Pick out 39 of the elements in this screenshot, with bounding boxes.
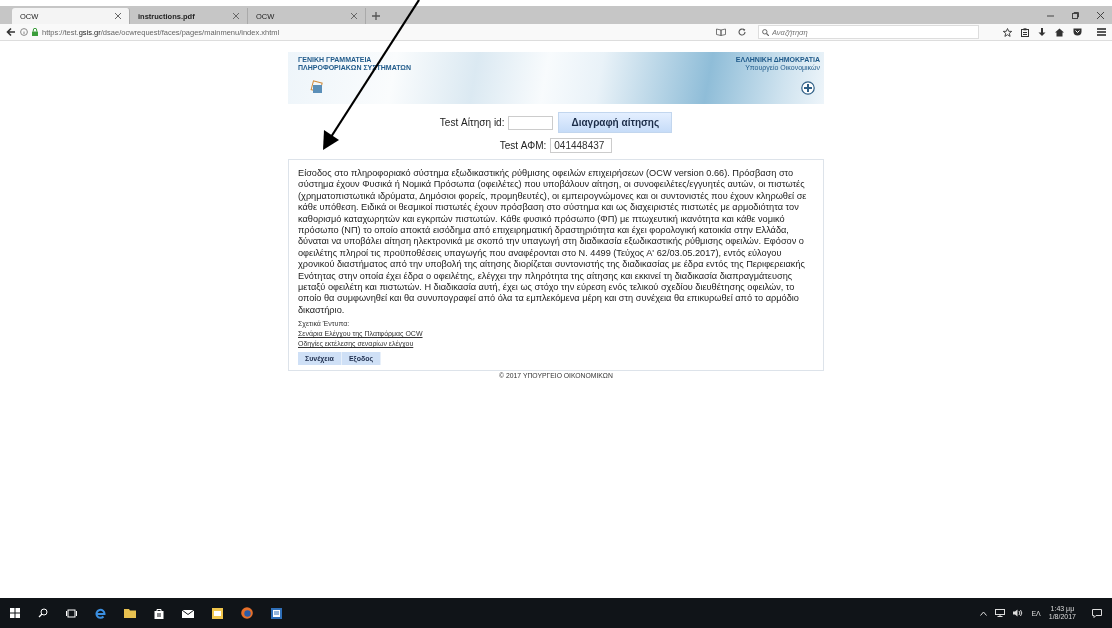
shopping-bag-icon[interactable] bbox=[154, 607, 164, 619]
close-icon[interactable] bbox=[1097, 11, 1104, 19]
folder-icon[interactable] bbox=[124, 608, 136, 618]
close-icon[interactable] bbox=[115, 13, 121, 19]
logo-icon bbox=[310, 80, 324, 94]
plus-icon[interactable] bbox=[372, 12, 380, 20]
notification-icon[interactable] bbox=[1092, 608, 1102, 618]
fox-globe-icon[interactable] bbox=[241, 607, 253, 619]
close-icon[interactable] bbox=[351, 13, 357, 19]
delete-request-button[interactable]: Διαγραφή αίτησης bbox=[558, 112, 673, 133]
restore-icon[interactable] bbox=[1072, 11, 1079, 19]
request-id-label: Test Αίτηση id: bbox=[439, 117, 505, 128]
clipboard-icon[interactable] bbox=[1021, 27, 1029, 37]
reader-view-icon[interactable] bbox=[716, 28, 726, 36]
speaker-icon[interactable] bbox=[1013, 609, 1024, 617]
task-view-icon[interactable] bbox=[66, 608, 77, 618]
app-window-icon[interactable] bbox=[271, 607, 282, 619]
download-icon[interactable] bbox=[1038, 27, 1046, 37]
request-id-field[interactable] bbox=[508, 115, 554, 130]
intro-paragraph: Είσοδος στο πληροφοριακό σύστημα εξωδικαστικής ρύθμισης οφειλών επιχειρήσεων (OCW version 0.66). Πρόσβαση στο σύστημα έχουν Φυσικά ή Νομικά Πρόσωπα (οφειλέτες) που υποβάλουν αίτηση, οι συνοφειλέτες/εγγυητές αυτών, οι πιστωτές (χρηματοπιστωτικά ιδρύματα, Δημόσιοι φορείς, προμηθευτές), οι εμπειρογνώμονες και οι συντονιστές που έχουν κληρωθεί σε κάθε υπόθεση. Ειδικά οι θεσμικοί πιστωτές έχουν πρόσβαση στο σύστημα και ως διαχειριστές πιστωτές με αρμοδιότητα τον καθορισμό καταχωρητών και εγκριτών πιστωτών. Κάθε φυσικό πρόσωπο (ΦΠ) με πτωχευτική ικανότητα και κάθε νομικό πρόσωπο (ΝΠ) το οποίο αποκτά εισόδημα από επιχειρηματική δραστηριότητα και έχει φορολογική κατοικία στην Ελλάδα, δύναται να υποβάλει αίτηση ηλεκτρονικά με σκοπό την υπαγωγή στη διαδικασία εξωδικαστικής ρύθμισης οφειλών. Εφόσον ο οφειλέτης πληροί τις προϋποθέσεις υπαγωγής που αναφέρονται στο Ν. 4499 (Τεύχος Α' 62/03.05.2017), εντός εύλογου χρονικού διαστήματος από την υποβολή της αίτησης διορίζεται συντονιστής της διαδικασίας με έδρα εντός της Περιφερειακής Ενότητας στην οποία έχει έδρα ο οφειλέτης, ελέγχει την πληρότητα της αίτησης και εκκινεί τη διαδικασία διαπραγμάτευσης μεταξύ οφειλέτη και πιστωτών. Η διαδικασία αυτή, έχει ως στόχο την εύρεση ενός τελικού σχεδίου διευθέτησης οφειλών, το οποίο θα συμφωνηθεί και θα συνυπογραφεί από όλα τα εμπλεκόμενα μέρη και στη συνέχεια θα επικυρωθεί από το αρμόδιο δικαστήριο. bbox=[298, 168, 808, 317]
close-icon[interactable] bbox=[233, 13, 239, 19]
home-icon[interactable] bbox=[1055, 27, 1064, 37]
search-icon[interactable] bbox=[38, 608, 48, 618]
back-icon[interactable] bbox=[6, 27, 16, 37]
envelope-icon[interactable] bbox=[182, 608, 194, 618]
letter-e-icon[interactable] bbox=[95, 607, 106, 619]
lock-icon bbox=[32, 28, 38, 36]
afm-field[interactable]: 041448437 bbox=[550, 138, 613, 153]
pocket-icon[interactable] bbox=[1073, 28, 1082, 36]
afm-label: Test ΑΦΜ: bbox=[499, 140, 547, 151]
search-icon bbox=[762, 28, 769, 36]
menu-icon[interactable] bbox=[1097, 28, 1106, 36]
windows-icon[interactable] bbox=[10, 608, 20, 618]
notes-icon[interactable] bbox=[212, 607, 223, 619]
star-icon[interactable] bbox=[1003, 27, 1012, 37]
caret-up-icon[interactable] bbox=[980, 610, 988, 616]
emblem-icon bbox=[801, 81, 815, 95]
reload-icon[interactable] bbox=[738, 28, 746, 36]
network-icon[interactable] bbox=[995, 609, 1006, 617]
